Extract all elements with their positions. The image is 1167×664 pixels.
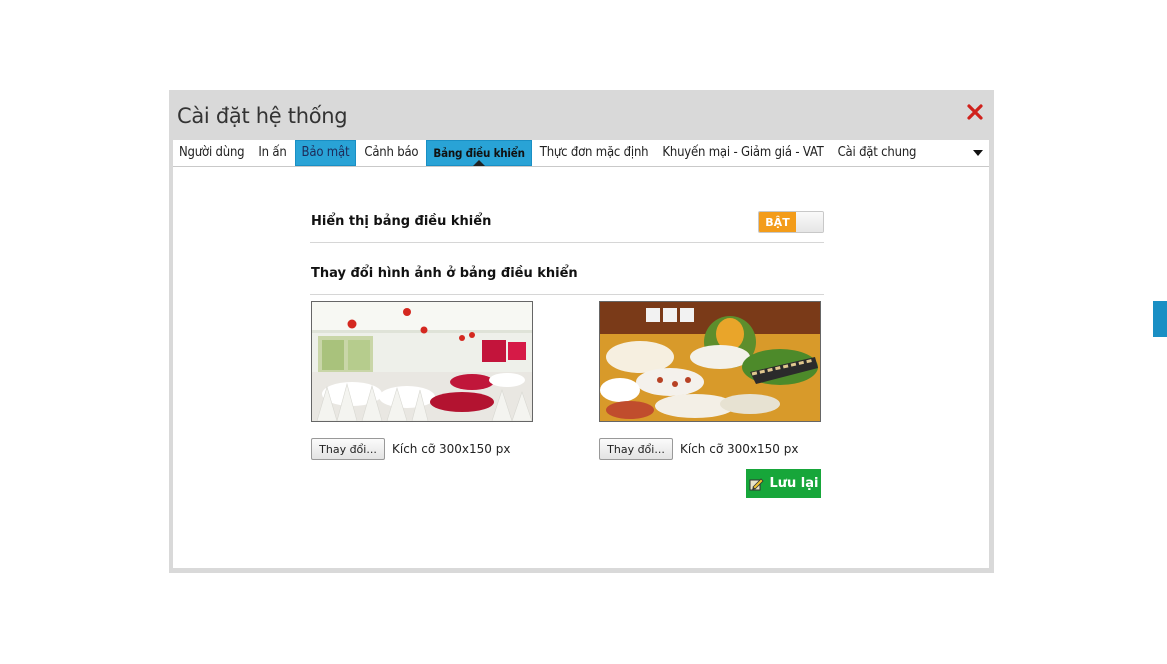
tab-bar: Người dùng In ấn Bảo mật Cảnh báo Bảng đ… — [173, 140, 989, 167]
close-button[interactable] — [965, 102, 985, 122]
show-dashboard-label: Hiển thị bảng điều khiển — [311, 214, 492, 229]
dialog-title: Cài đặt hệ thống — [177, 104, 348, 128]
show-dashboard-toggle[interactable]: BẬT — [758, 211, 824, 233]
tab-dashboard-label: Bảng điều khiển — [433, 146, 525, 160]
side-panel-handle[interactable] — [1153, 301, 1167, 337]
tab-printing[interactable]: In ấn — [252, 140, 292, 166]
image-1-size-note: Kích cỡ 300x150 px — [392, 442, 511, 456]
divider — [310, 294, 824, 295]
tabs-more-button[interactable] — [967, 140, 989, 166]
change-image-1-button[interactable]: Thay đổi... — [311, 438, 385, 460]
save-label: Lưu lại — [769, 476, 819, 491]
tab-dashboard[interactable]: Bảng điều khiển — [426, 140, 532, 166]
toggle-knob — [796, 212, 823, 232]
active-tab-caret-icon — [473, 160, 486, 166]
image-2-size-note: Kích cỡ 300x150 px — [680, 442, 799, 456]
tab-default-menu[interactable]: Thực đơn mặc định — [534, 140, 655, 166]
close-icon — [967, 104, 983, 120]
toggle-on-label: BẬT — [759, 212, 796, 232]
save-icon — [749, 477, 765, 490]
caret-down-icon — [973, 150, 983, 156]
dashboard-panel: Hiển thị bảng điều khiển BẬT Thay đổi hì… — [173, 167, 989, 568]
tab-alerts[interactable]: Cảnh báo — [358, 140, 424, 166]
settings-dialog: Cài đặt hệ thống Người dùng In ấn Bảo mậ… — [169, 90, 994, 573]
save-button[interactable]: Lưu lại — [746, 469, 821, 498]
banquet-hall-image — [312, 302, 532, 421]
tab-users[interactable]: Người dùng — [173, 140, 250, 166]
tab-promotions[interactable]: Khuyến mại - Giảm giá - VAT — [656, 140, 829, 166]
divider — [310, 242, 824, 243]
dashboard-image-1 — [311, 301, 533, 422]
change-image-2-button[interactable]: Thay đổi... — [599, 438, 673, 460]
tab-general[interactable]: Cài đặt chung — [832, 140, 923, 166]
dashboard-image-2 — [599, 301, 821, 422]
tab-security[interactable]: Bảo mật — [294, 140, 357, 166]
buffet-food-image — [600, 302, 820, 421]
change-images-label: Thay đổi hình ảnh ở bảng điều khiển — [311, 266, 578, 281]
